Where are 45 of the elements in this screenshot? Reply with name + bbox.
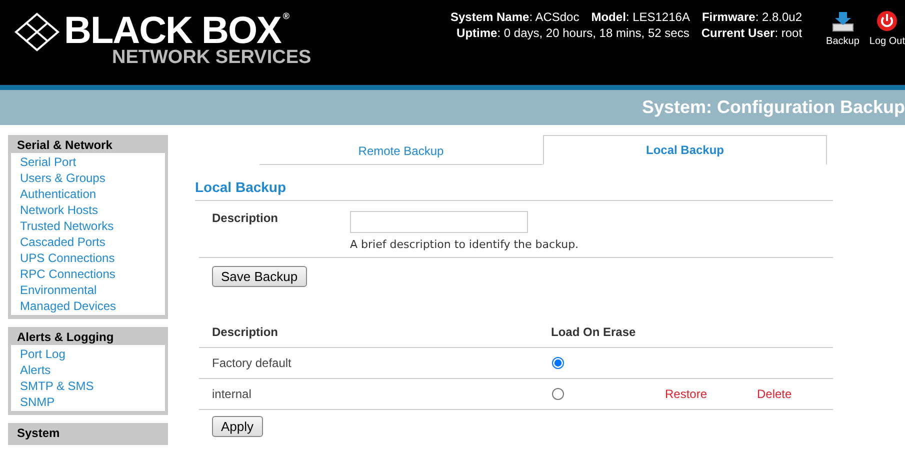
power-icon	[876, 10, 898, 32]
sidebar-heading: Alerts & Logging	[16, 330, 115, 345]
field-label: Description	[212, 211, 280, 227]
sidebar-link[interactable]: RPC Connections	[20, 266, 156, 282]
system-info-text: Model: LES1216A	[591, 10, 690, 24]
sidebar-link[interactable]: SNMP	[20, 394, 156, 410]
table-cell-text: Factory default	[212, 356, 292, 370]
sidebar-link[interactable]: UPS Connections	[20, 250, 156, 266]
sidebar-link[interactable]: Users & Groups	[20, 170, 156, 186]
sidebar-link[interactable]: Environmental	[20, 282, 156, 298]
table-cell-text: internal	[212, 387, 252, 401]
sidebar-link[interactable]: Alerts	[20, 362, 156, 378]
system-info-text: System Name: ACSdoc	[450, 10, 580, 24]
action-link[interactable]: Restore	[665, 387, 708, 401]
sidebar-link[interactable]: Port Log	[20, 346, 156, 362]
radio-button[interactable]	[552, 388, 564, 400]
logout-link[interactable]: Log Out	[869, 10, 905, 47]
system-info-text: Uptime: 0 days, 20 hours, 18 mins, 52 secs	[456, 26, 690, 40]
tab[interactable]: Local Backup	[543, 135, 827, 165]
logo-tagline: NETWORK SERVICES	[111, 48, 312, 67]
logo-wordmark: BLACK BOX®	[64, 12, 290, 50]
sidebar-link[interactable]: Trusted Networks	[20, 218, 156, 234]
sidebar-heading: Serial & Network	[16, 138, 114, 153]
system-info-text: Firmware: 2.8.0u2	[702, 10, 802, 24]
apply-button[interactable]: Apply	[212, 416, 263, 437]
column-header: Description	[212, 325, 280, 339]
section-title: Local Backup	[195, 179, 833, 201]
download-tray-icon	[830, 10, 855, 32]
backup-link[interactable]: Backup	[826, 10, 860, 47]
description-input[interactable]	[350, 211, 528, 233]
sidebar-link[interactable]: Serial Port	[20, 154, 156, 170]
sidebar-link[interactable]: Authentication	[20, 186, 156, 202]
column-header: Load On Erase	[551, 325, 637, 339]
system-info-text: Current User: root	[701, 26, 802, 40]
sidebar-link[interactable]: Network Hosts	[20, 202, 156, 218]
save-backup-button[interactable]: Save Backup	[212, 266, 307, 287]
sidebar-heading: System	[16, 426, 61, 441]
radio-button[interactable]	[552, 356, 564, 368]
sidebar-link[interactable]: Cascaded Ports	[20, 234, 156, 250]
sidebar-link[interactable]: Managed Devices	[20, 298, 156, 314]
sidebar-link[interactable]: SMTP & SMS	[20, 378, 156, 394]
page-title: System: Configuration Backup	[642, 97, 905, 118]
help-text: A brief description to identify the backup.	[350, 238, 579, 251]
diamond-logo-icon	[14, 12, 60, 52]
action-link[interactable]: Delete	[757, 387, 792, 401]
